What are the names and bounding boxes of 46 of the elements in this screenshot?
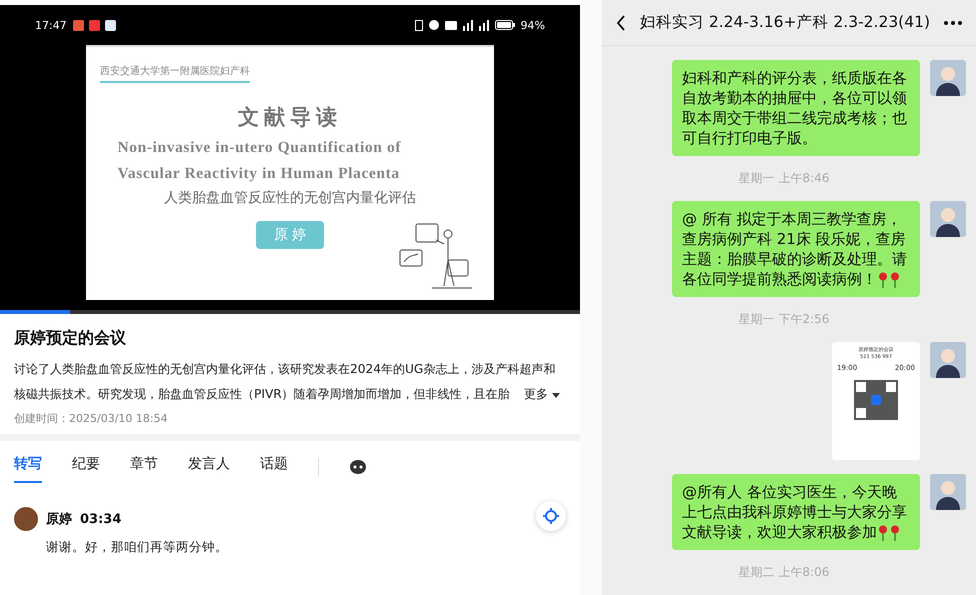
qr-code-icon xyxy=(854,380,898,420)
playback-progress[interactable] xyxy=(0,310,580,314)
chat-timestamp: 星期二 上午8:06 xyxy=(738,564,830,581)
meeting-summary: 讨论了人类胎盘血管反应性的无创宫内量化评估，该研究发表在2024年的UG杂志上，涉及产科超声和核磁共振技术。研究发现，胎盘血管反应性（PIVR）随着孕周增加而增加，但非线性，且在胎 更多 xyxy=(14,357,566,407)
speaker-name: 原婷 xyxy=(46,511,72,528)
assistant-bot-icon[interactable] xyxy=(349,459,367,475)
chat-timestamp: 星期一 下午2:56 xyxy=(738,311,830,328)
tab[interactable]: 纪要 xyxy=(72,451,100,483)
avatar-silhouette[interactable] xyxy=(930,60,966,96)
message-bubble[interactable]: @所有人 各位实习医生，今天晚上七点由我科原婷博士与大家分享文献导读，欢迎大家积极参加 xyxy=(672,474,920,550)
speaker-avatar xyxy=(14,507,38,531)
chat-title: 妇科实习 2.24-3.16+产科 2.3-2.23(41) xyxy=(640,12,930,33)
chat-timestamp: 星期一 上午8:46 xyxy=(738,170,830,187)
meeting-title: 原婷预定的会议 xyxy=(14,328,127,349)
rose-icon xyxy=(889,272,901,288)
tab[interactable]: 话题 xyxy=(260,451,288,483)
created-time: 创建时间：2025/03/10 18:54 xyxy=(14,411,169,426)
slide-chinese-title: 人类胎盘血管反应性的无创宫内量化评估 xyxy=(164,189,416,207)
transcript-text: 谢谢。好，那咱们再等两分钟。 xyxy=(46,539,229,556)
message-bubble[interactable]: 妇科和产科的评分表，纸质版在各自放考勤本的抽屉中，各位可以领取本周交于带组二线完成考核；也可自行打印电子版。 xyxy=(672,60,920,156)
slide-institution: 西安交通大学第一附属医院妇产科 xyxy=(100,64,250,83)
rose-icon xyxy=(877,272,889,288)
tab[interactable]: 转写 xyxy=(14,451,42,483)
tab[interactable]: 章节 xyxy=(130,451,158,483)
locate-button[interactable] xyxy=(536,501,566,531)
slide-heading: 文献导读 xyxy=(238,104,342,131)
caret-down-icon xyxy=(552,393,560,398)
clock-time: 17:47 xyxy=(34,18,67,32)
battery-percent: 94% xyxy=(520,18,545,32)
rose-icon xyxy=(877,524,889,541)
presenter-label: 原 婷 xyxy=(256,221,324,249)
back-icon[interactable] xyxy=(616,14,626,30)
avatar-silhouette[interactable] xyxy=(930,342,966,378)
locate-icon xyxy=(542,508,559,524)
more-icon[interactable] xyxy=(944,20,962,24)
rose-icon xyxy=(889,524,901,541)
slide-english-title: Non-invasive in-utero Quantification of Vascular Reactivity in Human Placenta xyxy=(117,138,402,184)
message-bubble[interactable]: @ 所有 拟定于本周三教学查房，查房病例产科 21床 段乐妮，查房主题：胎膜早破的诊断及处理。请各位同学提前熟悉阅读病例！ xyxy=(672,201,920,297)
battery-icon xyxy=(494,20,515,30)
signal-icon xyxy=(478,20,489,30)
tab[interactable]: 发言人 xyxy=(188,451,230,483)
signal-icon xyxy=(462,20,473,30)
avatar-silhouette[interactable] xyxy=(930,474,966,510)
notification-icons xyxy=(72,20,119,30)
speech-time: 03:34 xyxy=(80,512,122,526)
avatar-silhouette[interactable] xyxy=(930,201,966,237)
